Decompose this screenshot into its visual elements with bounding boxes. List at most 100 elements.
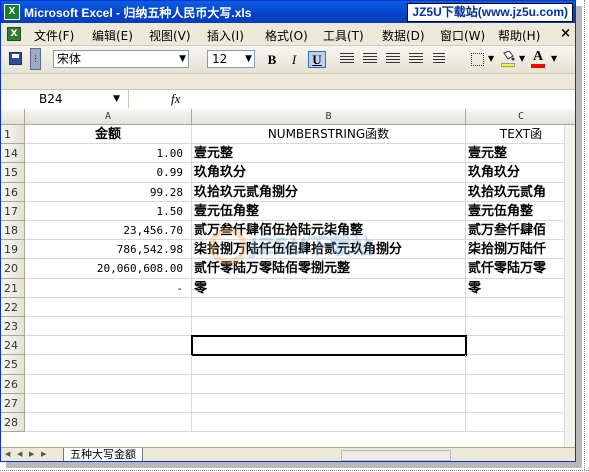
menu-window[interactable]: 窗口(W) xyxy=(440,27,485,44)
chevron-down-icon[interactable]: ▼ xyxy=(488,54,494,63)
align-left-icon[interactable] xyxy=(340,53,354,65)
vertical-scrollbar[interactable] xyxy=(564,125,575,449)
header-cell-text[interactable]: TEXT函 xyxy=(466,125,575,144)
header-cell-numberstring[interactable]: NUMBERSTRING函数 xyxy=(192,125,466,144)
row-header[interactable]: 15 xyxy=(1,163,25,183)
formula-input[interactable] xyxy=(189,90,575,108)
header-cell-amount[interactable]: 金额 xyxy=(25,125,192,144)
row-header[interactable]: 19 xyxy=(1,240,25,259)
cell-numberstring[interactable]: 玖拾玖元贰角捌分 xyxy=(192,183,466,202)
chevron-down-icon[interactable]: ▼ xyxy=(551,54,557,63)
cell-amount[interactable]: 1.00 xyxy=(25,144,192,163)
workbook-icon[interactable]: X xyxy=(7,27,21,41)
row-header[interactable]: 1 xyxy=(1,125,25,144)
cell-numberstring[interactable]: 柒拾捌万陆仟伍佰肆拾贰元玖角捌分 xyxy=(192,240,466,259)
bold-button[interactable]: B xyxy=(263,51,281,68)
row-header[interactable]: 24 xyxy=(1,336,25,355)
cell-numberstring[interactable]: 零 xyxy=(192,279,466,298)
borders-icon[interactable] xyxy=(471,53,484,66)
column-header-c[interactable]: C xyxy=(466,109,575,125)
cell-text[interactable]: 壹元整 xyxy=(466,144,575,163)
cell-amount[interactable]: 99.28 xyxy=(25,183,192,202)
cell-text[interactable] xyxy=(466,355,575,375)
row-header[interactable]: 18 xyxy=(1,221,25,240)
cell-text[interactable] xyxy=(466,413,575,432)
row-header[interactable]: 22 xyxy=(1,298,25,317)
cell-text[interactable]: 贰万叁仟肆佰 xyxy=(466,221,575,240)
cell-numberstring[interactable] xyxy=(192,355,466,375)
cell-text[interactable]: 玖拾玖元贰角 xyxy=(466,183,575,202)
cell-numberstring[interactable] xyxy=(192,375,466,394)
row-header[interactable]: 25 xyxy=(1,355,25,375)
cell-text[interactable]: 贰仟零陆万零 xyxy=(466,259,575,279)
row-header[interactable]: 23 xyxy=(1,317,25,336)
cell-numberstring[interactable]: 玖角玖分 xyxy=(192,163,466,183)
menu-format[interactable]: 格式(O) xyxy=(265,27,308,44)
align-center-icon[interactable] xyxy=(363,53,377,65)
menu-file[interactable]: 文件(F) xyxy=(34,27,74,44)
cell-text[interactable]: 玖角玖分 xyxy=(466,163,575,183)
row-header[interactable]: 20 xyxy=(1,259,25,279)
insert-function-icon[interactable]: fx xyxy=(171,91,180,107)
row-header[interactable]: 14 xyxy=(1,144,25,163)
cell-amount[interactable]: - xyxy=(25,279,192,298)
cell-numberstring[interactable] xyxy=(192,394,466,413)
cell-amount[interactable] xyxy=(25,375,192,394)
menu-view[interactable]: 视图(V) xyxy=(149,27,191,44)
cell-amount[interactable] xyxy=(25,317,192,336)
cell-text[interactable] xyxy=(466,375,575,394)
cell-text[interactable]: 零 xyxy=(466,279,575,298)
row-header[interactable]: 17 xyxy=(1,202,25,221)
menu-tools[interactable]: 工具(T) xyxy=(323,27,364,44)
excel-app-icon[interactable]: X xyxy=(4,4,20,20)
select-all-corner[interactable] xyxy=(1,109,25,125)
cell-text[interactable] xyxy=(466,336,575,355)
row-header[interactable]: 26 xyxy=(1,375,25,394)
cell-numberstring[interactable]: 壹元整 xyxy=(192,144,466,163)
menu-insert[interactable]: 插入(I) xyxy=(207,27,244,44)
save-icon[interactable] xyxy=(9,52,22,65)
cell-numberstring[interactable] xyxy=(192,298,466,317)
cell-numberstring[interactable]: 壹元伍角整 xyxy=(192,202,466,221)
horizontal-scrollbar[interactable] xyxy=(341,450,451,461)
chevron-down-icon[interactable]: ▼ xyxy=(519,54,525,63)
chevron-down-icon[interactable]: ▼ xyxy=(113,90,120,108)
cell-numberstring[interactable] xyxy=(192,317,466,336)
first-sheet-icon[interactable]: ◀ xyxy=(5,450,14,460)
row-header[interactable]: 27 xyxy=(1,394,25,413)
close-workbook-icon[interactable]: × xyxy=(560,26,571,41)
font-name-select[interactable]: 宋体 ▼ xyxy=(53,50,189,68)
cell-amount[interactable]: 20,060,608.00 xyxy=(25,259,192,279)
column-header-b[interactable]: B xyxy=(192,109,466,125)
row-header[interactable]: 28 xyxy=(1,413,25,432)
next-sheet-icon[interactable]: ▶ xyxy=(29,450,38,460)
menu-help[interactable]: 帮助(H) xyxy=(498,27,540,44)
prev-sheet-icon[interactable]: ◀ xyxy=(17,450,26,460)
cell-amount[interactable] xyxy=(25,355,192,375)
column-header-a[interactable]: A xyxy=(25,109,192,125)
cell-text[interactable]: 壹元伍角整 xyxy=(466,202,575,221)
underline-button[interactable]: U xyxy=(308,51,326,68)
toolbar-grip-icon[interactable]: ⋮ xyxy=(30,48,41,70)
merge-center-icon[interactable] xyxy=(409,53,423,65)
font-size-select[interactable]: 12 ▼ xyxy=(207,50,255,68)
cell-numberstring[interactable] xyxy=(192,413,466,432)
cell-amount[interactable]: 1.50 xyxy=(25,202,192,221)
name-box[interactable]: B24 ▼ xyxy=(1,90,129,108)
cell-amount[interactable] xyxy=(25,298,192,317)
cell-numberstring[interactable]: 贰万叁仟肆佰伍拾陆元柒角整 xyxy=(192,221,466,240)
cell-text[interactable]: 柒拾捌万陆仟 xyxy=(466,240,575,259)
cell-text[interactable] xyxy=(466,317,575,336)
percent-style-icon[interactable] xyxy=(433,53,445,65)
menu-edit[interactable]: 编辑(E) xyxy=(92,27,133,44)
italic-button[interactable]: I xyxy=(285,51,303,68)
cell-numberstring[interactable]: 贰仟零陆万零陆佰零捌元整 xyxy=(192,259,466,279)
fill-color-icon[interactable] xyxy=(501,51,515,61)
menu-data[interactable]: 数据(D) xyxy=(382,27,425,44)
active-cell-selection[interactable] xyxy=(191,335,467,356)
cell-amount[interactable]: 786,542.98 xyxy=(25,240,192,259)
cell-text[interactable] xyxy=(466,298,575,317)
cell-amount[interactable]: 0.99 xyxy=(25,163,192,183)
font-color-icon[interactable]: A xyxy=(533,49,543,65)
cell-text[interactable] xyxy=(466,394,575,413)
